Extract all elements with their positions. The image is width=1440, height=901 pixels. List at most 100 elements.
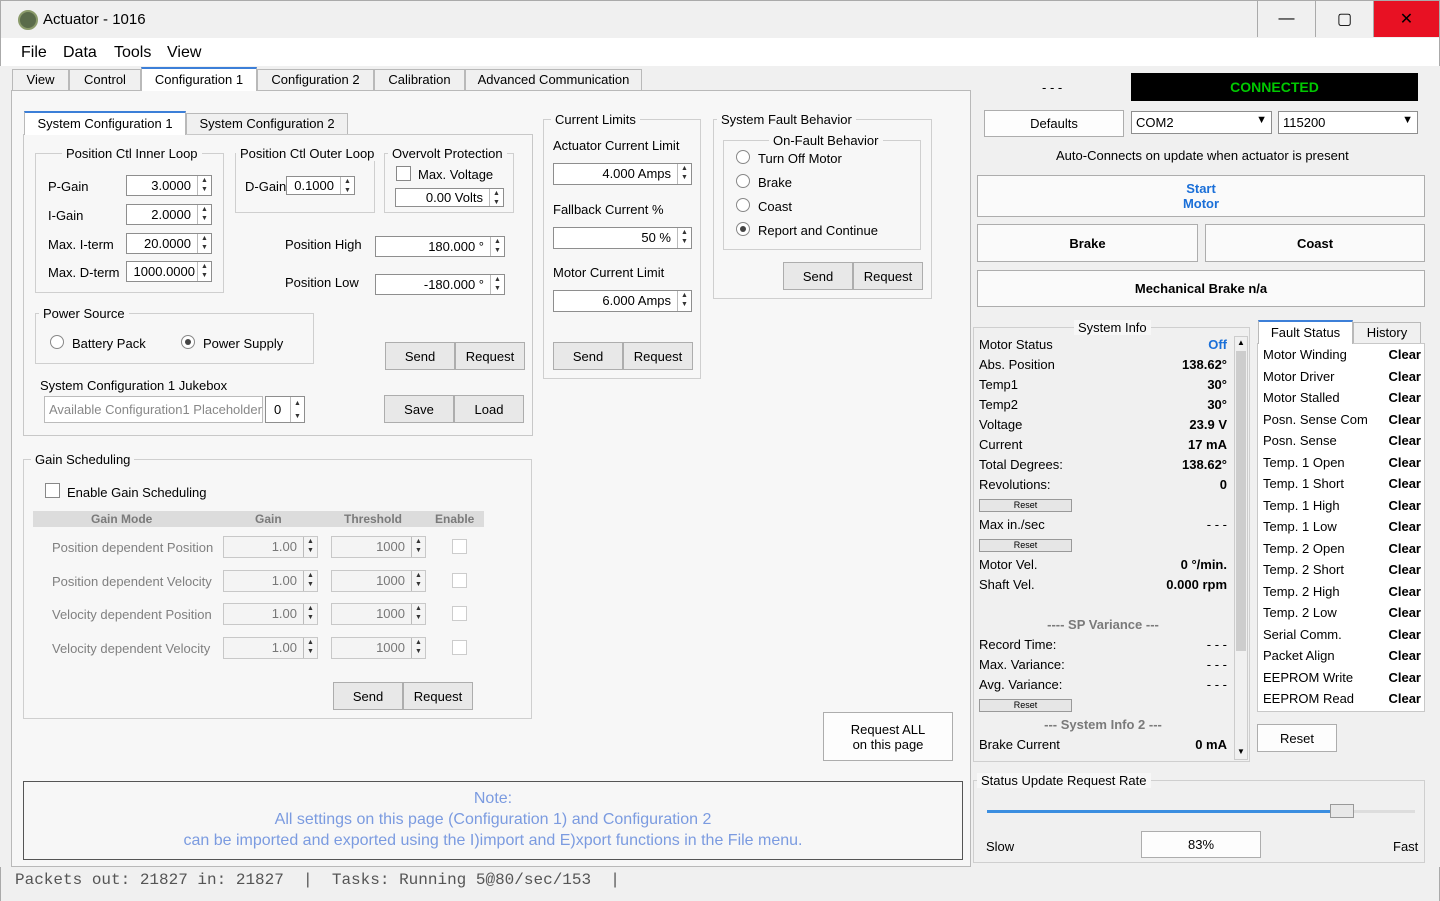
motor-current-input[interactable]: 6.000 Amps ▲ ▼	[553, 290, 692, 312]
spinner-arrows-icon[interactable]: ▲ ▼	[411, 537, 425, 557]
gain-input[interactable]: 1.00 ▲ ▼	[223, 637, 318, 659]
system-info-scrollbar[interactable]: ▲ ▼	[1234, 336, 1248, 760]
turn-off-motor-radio[interactable]	[736, 150, 750, 164]
tab-advanced-communication[interactable]: Advanced Communication	[465, 69, 642, 91]
tab-fault-status[interactable]: Fault Status	[1258, 320, 1353, 344]
spinner-arrows-icon[interactable]: ▲ ▼	[411, 571, 425, 591]
i-gain-input[interactable]: 2.0000 ▲ ▼	[126, 204, 212, 225]
enable-gain-scheduling-checkbox[interactable]	[45, 483, 60, 498]
spinner-arrows-icon[interactable]: ▲ ▼	[489, 189, 503, 206]
spinner-arrows-icon[interactable]: ▲ ▼	[197, 176, 211, 195]
tab-history[interactable]: History	[1353, 322, 1421, 344]
report-continue-radio[interactable]	[736, 222, 750, 236]
max-voltage-input[interactable]: 0.00 Volts ▲ ▼	[395, 188, 504, 207]
spinner-arrows-icon[interactable]: ▲ ▼	[490, 237, 504, 256]
current-request-button[interactable]: Request	[623, 342, 693, 370]
threshold-input[interactable]: 1000 ▲ ▼	[331, 637, 426, 659]
fault-reset-button[interactable]: Reset	[1257, 724, 1337, 752]
coast-radio[interactable]	[736, 198, 750, 212]
reset-max-speed-button[interactable]: Reset	[979, 539, 1072, 552]
actuator-current-input[interactable]: 4.000 Amps ▲ ▼	[553, 163, 692, 185]
save-button[interactable]: Save	[384, 395, 454, 423]
spinner-arrows-icon[interactable]: ▲ ▼	[290, 397, 304, 422]
subtab-system-config-1[interactable]: System Configuration 1	[24, 111, 186, 135]
spinner-arrows-icon[interactable]: ▲ ▼	[303, 638, 317, 658]
position-low-input[interactable]: -180.000 ° ▲ ▼	[375, 274, 505, 295]
enable-checkbox[interactable]	[452, 573, 467, 588]
jukebox-index-input[interactable]: 0 ▲ ▼	[265, 396, 305, 423]
tab-calibration[interactable]: Calibration	[374, 69, 465, 91]
fallback-current-input[interactable]: 50 % ▲ ▼	[553, 227, 692, 249]
spinner-arrows-icon[interactable]: ▲ ▼	[197, 205, 211, 224]
gain-send-button[interactable]: Send	[333, 682, 403, 710]
spinner-arrows-icon[interactable]: ▲ ▼	[490, 275, 504, 294]
position-high-input[interactable]: 180.000 ° ▲ ▼	[375, 236, 505, 257]
baud-rate-select[interactable]: 115200 ▼	[1278, 111, 1418, 134]
fault-send-button[interactable]: Send	[783, 262, 853, 290]
spinner-arrows-icon[interactable]: ▲ ▼	[303, 571, 317, 591]
tab-configuration-2[interactable]: Configuration 2	[257, 69, 374, 91]
spinner-arrows-icon[interactable]: ▲ ▼	[677, 164, 691, 184]
close-button[interactable]: ✕	[1373, 1, 1439, 37]
jukebox-config-field[interactable]: Available Configuration1 Placeholder	[44, 396, 263, 423]
maximize-button[interactable]: ▢	[1315, 1, 1373, 37]
subtab-system-config-2[interactable]: System Configuration 2	[186, 113, 348, 135]
menu-view[interactable]: View	[167, 44, 201, 62]
slider-thumb[interactable]	[1330, 804, 1354, 818]
threshold-input[interactable]: 1000 ▲ ▼	[331, 603, 426, 625]
coast-button[interactable]: Coast	[1205, 224, 1425, 262]
threshold-input[interactable]: 1000 ▲ ▼	[331, 570, 426, 592]
brake-radio[interactable]	[736, 174, 750, 188]
enable-checkbox[interactable]	[452, 640, 467, 655]
mechanical-brake-button[interactable]: Mechanical Brake n/a	[977, 270, 1425, 307]
threshold-input[interactable]: 1000 ▲ ▼	[331, 536, 426, 558]
scroll-up-icon[interactable]: ▲	[1237, 338, 1245, 347]
enable-checkbox[interactable]	[452, 539, 467, 554]
brake-button[interactable]: Brake	[977, 224, 1198, 262]
reset-variance-button[interactable]: Reset	[979, 699, 1072, 712]
load-button[interactable]: Load	[454, 395, 524, 423]
fault-request-button[interactable]: Request	[853, 262, 923, 290]
start-motor-button[interactable]: Start Motor	[977, 175, 1425, 217]
spinner-arrows-icon[interactable]: ▲ ▼	[677, 291, 691, 311]
reset-revolutions-button[interactable]: Reset	[979, 499, 1072, 512]
menu-data[interactable]: Data	[63, 44, 97, 62]
menu-tools[interactable]: Tools	[114, 44, 151, 62]
max-dterm-input[interactable]: 1000.0000 ▲ ▼	[126, 261, 212, 282]
gain-input[interactable]: 1.00 ▲ ▼	[223, 536, 318, 558]
defaults-button[interactable]: Defaults	[984, 110, 1124, 137]
current-send-button[interactable]: Send	[553, 342, 623, 370]
spinner-arrows-icon[interactable]: ▲ ▼	[411, 604, 425, 624]
minimize-button[interactable]: —	[1257, 1, 1315, 37]
fallback-current-label: Fallback Current %	[553, 202, 664, 217]
request-button[interactable]: Request	[455, 342, 525, 370]
spinner-arrows-icon[interactable]: ▲ ▼	[197, 262, 211, 281]
power-supply-radio[interactable]	[181, 335, 195, 349]
scroll-thumb[interactable]	[1236, 351, 1246, 651]
gain-request-button[interactable]: Request	[403, 682, 473, 710]
max-voltage-checkbox[interactable]	[396, 166, 411, 181]
tab-control[interactable]: Control	[69, 69, 141, 91]
battery-pack-radio[interactable]	[50, 335, 64, 349]
d-gain-input[interactable]: 0.1000 ▲ ▼	[286, 176, 355, 195]
max-iterm-input[interactable]: 20.0000 ▲ ▼	[126, 233, 212, 254]
scroll-down-icon[interactable]: ▼	[1237, 747, 1245, 756]
request-all-button[interactable]: Request ALL on this page	[823, 712, 953, 761]
p-gain-input[interactable]: 3.0000 ▲ ▼	[126, 175, 212, 196]
sp-variance-title: ---- SP Variance ---	[1047, 617, 1159, 632]
gain-input[interactable]: 1.00 ▲ ▼	[223, 570, 318, 592]
com-port-select[interactable]: COM2 ▼	[1131, 111, 1272, 134]
spinner-arrows-icon[interactable]: ▲ ▼	[303, 537, 317, 557]
spinner-arrows-icon[interactable]: ▲ ▼	[677, 228, 691, 248]
send-button[interactable]: Send	[385, 342, 455, 370]
gain-input[interactable]: 1.00 ▲ ▼	[223, 603, 318, 625]
tab-view[interactable]: View	[12, 69, 69, 91]
tab-configuration-1[interactable]: Configuration 1	[141, 67, 257, 91]
enable-checkbox[interactable]	[452, 606, 467, 621]
menu-file[interactable]: File	[21, 44, 47, 62]
spinner-arrows-icon[interactable]: ▲ ▼	[303, 604, 317, 624]
spinner-arrows-icon[interactable]: ▲ ▼	[197, 234, 211, 253]
spinner-arrows-icon[interactable]: ▲ ▼	[340, 177, 354, 194]
update-rate-slider[interactable]	[987, 804, 1415, 818]
spinner-arrows-icon[interactable]: ▲ ▼	[411, 638, 425, 658]
